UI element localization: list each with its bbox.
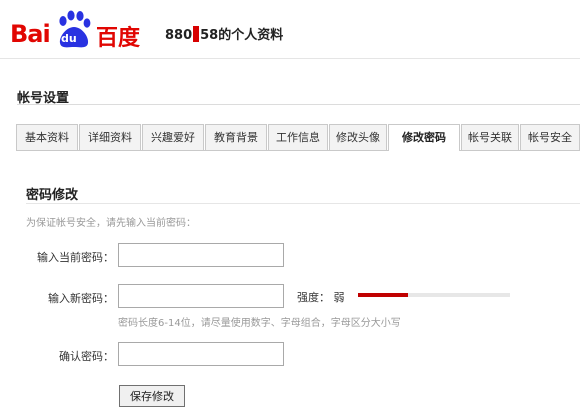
- panel-title: 密码修改: [26, 188, 79, 203]
- tab-interests[interactable]: 兴趣爱好: [142, 124, 204, 150]
- header: Bai du 百度 880 58的个人资料: [0, 0, 580, 60]
- tab-account-security[interactable]: 帐号安全: [520, 124, 580, 150]
- section-divider: [17, 104, 580, 105]
- page-title-suffix: 58的个人资料: [200, 28, 284, 43]
- strength-label: 强度： 弱: [297, 291, 345, 304]
- tab-detailed-info[interactable]: 详细资料: [79, 124, 141, 150]
- header-divider: [0, 58, 580, 59]
- new-password-input[interactable]: [118, 284, 284, 308]
- logo-baidu-chinese: 百度: [96, 26, 141, 51]
- settings-tabs: 基本资料 详细资料 兴趣爱好 教育背景 工作信息 修改头像 修改密码 帐号关联 …: [16, 124, 580, 151]
- logo-bai-text: Bai: [10, 20, 51, 48]
- strength-meter: [358, 293, 510, 297]
- logo-du-text: du: [61, 32, 77, 45]
- tab-work-info[interactable]: 工作信息: [268, 124, 328, 150]
- page-title: 880 58的个人资料: [165, 24, 283, 43]
- redaction-mark: [193, 26, 200, 42]
- password-rules-hint: 密码长度6-14位，请尽量使用数字、字母组合，字母区分大小写: [118, 318, 401, 329]
- confirm-password-input[interactable]: [118, 342, 284, 366]
- strength-meter-fill: [358, 293, 409, 297]
- tab-education[interactable]: 教育背景: [205, 124, 267, 150]
- tab-change-password[interactable]: 修改密码: [388, 124, 460, 151]
- confirm-password-label: 确认密码：: [59, 350, 114, 363]
- panel-divider: [26, 203, 580, 204]
- tab-change-avatar[interactable]: 修改头像: [329, 124, 387, 150]
- new-password-label: 输入新密码：: [48, 292, 114, 305]
- page-title-prefix: 880: [165, 28, 193, 43]
- current-password-label: 输入当前密码：: [37, 251, 114, 264]
- tab-basic-info[interactable]: 基本资料: [16, 124, 78, 150]
- tab-account-link[interactable]: 帐号关联: [461, 124, 519, 150]
- current-password-input[interactable]: [118, 243, 284, 267]
- save-button[interactable]: 保存修改: [119, 385, 185, 407]
- current-password-hint: 为保证帐号安全，请先输入当前密码：: [26, 218, 196, 229]
- baidu-logo[interactable]: Bai du 百度: [10, 8, 150, 52]
